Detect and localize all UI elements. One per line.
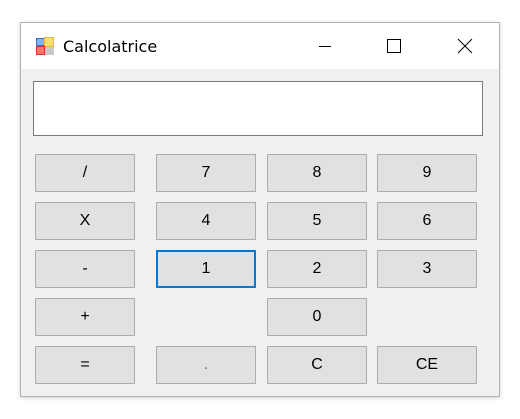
clear-button[interactable]: C xyxy=(267,346,367,384)
digit-0-button[interactable]: 0 xyxy=(267,298,367,336)
display-field[interactable] xyxy=(33,81,483,136)
digit-7-button[interactable]: 7 xyxy=(156,154,256,192)
digit-8-button[interactable]: 8 xyxy=(267,154,367,192)
digit-2-button[interactable]: 2 xyxy=(267,250,367,288)
minimize-icon xyxy=(319,46,331,47)
maximize-button[interactable] xyxy=(371,23,417,69)
digit-9-button[interactable]: 9 xyxy=(377,154,477,192)
divide-button[interactable]: / xyxy=(35,154,135,192)
digit-4-button[interactable]: 4 xyxy=(156,202,256,240)
multiply-button[interactable]: X xyxy=(35,202,135,240)
clear-entry-button[interactable]: CE xyxy=(377,346,477,384)
close-button[interactable] xyxy=(442,23,488,69)
decimal-button[interactable]: . xyxy=(156,346,256,384)
minimize-button[interactable] xyxy=(302,23,348,69)
window-title: Calcolatrice xyxy=(63,37,158,56)
title-bar[interactable]: Calcolatrice xyxy=(21,23,499,69)
subtract-button[interactable]: - xyxy=(35,250,135,288)
digit-5-button[interactable]: 5 xyxy=(267,202,367,240)
digit-3-button[interactable]: 3 xyxy=(377,250,477,288)
equals-button[interactable]: = xyxy=(35,346,135,384)
close-icon xyxy=(457,38,473,54)
calculator-window: Calcolatrice / 7 8 9 X 4 5 6 - 1 2 3 + 0 xyxy=(20,22,500,397)
app-icon xyxy=(35,36,55,56)
add-button[interactable]: + xyxy=(35,298,135,336)
digit-1-button[interactable]: 1 xyxy=(156,250,256,288)
maximize-icon xyxy=(387,39,401,53)
digit-6-button[interactable]: 6 xyxy=(377,202,477,240)
